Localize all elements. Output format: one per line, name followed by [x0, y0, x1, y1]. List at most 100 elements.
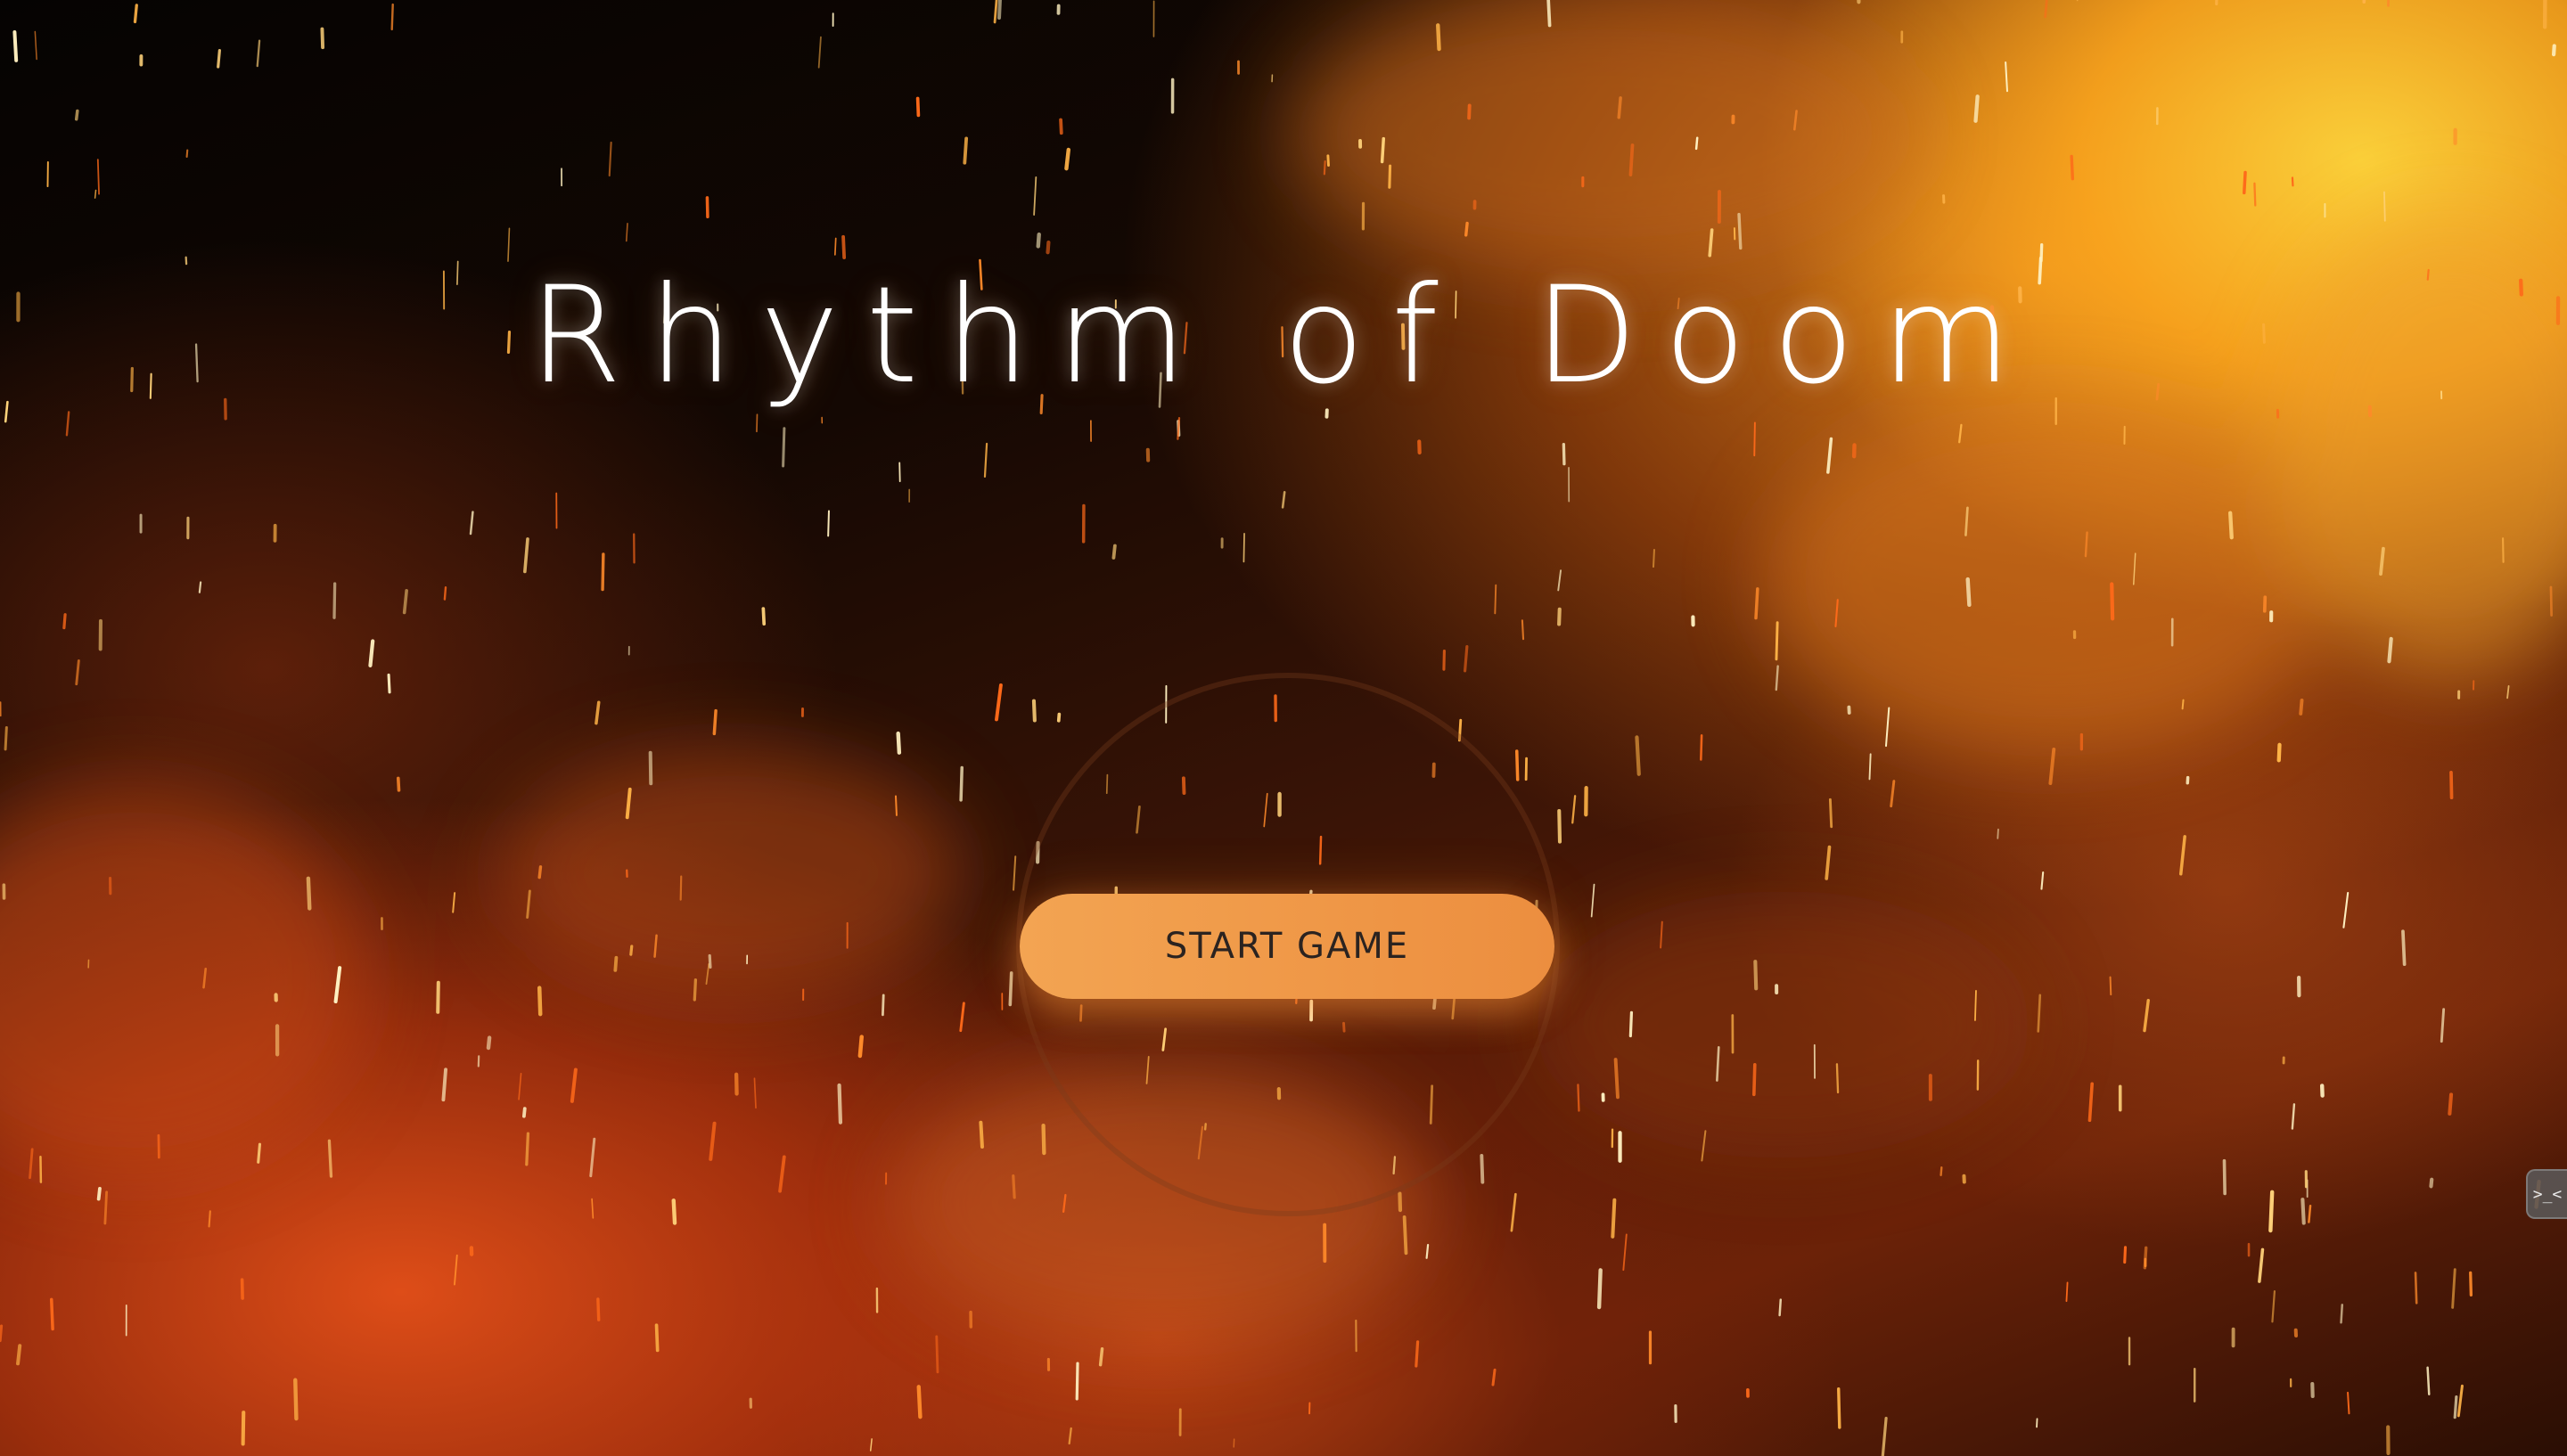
- ember-spark: [2451, 1268, 2456, 1309]
- ember-spark: [96, 1186, 102, 1201]
- ember-spark: [1514, 749, 1520, 781]
- ember-spark: [396, 776, 401, 792]
- ember-spark: [979, 1120, 984, 1149]
- ember-spark: [507, 227, 511, 262]
- ember-spark: [293, 1378, 299, 1421]
- ember-spark: [4, 725, 8, 751]
- ember-spark: [1700, 733, 1703, 761]
- ember-spark: [2271, 1289, 2276, 1323]
- ember-spark: [327, 1139, 333, 1178]
- ember-spark: [2037, 994, 2042, 1033]
- ember-spark: [518, 1072, 522, 1100]
- ember-spark: [1402, 1215, 1408, 1256]
- ember-spark: [525, 1132, 530, 1166]
- ember-spark: [679, 875, 683, 901]
- ember-spark: [817, 36, 822, 69]
- ember-spark: [2215, 0, 2218, 6]
- ember-spark: [778, 1155, 786, 1193]
- ember-spark: [1628, 1010, 1634, 1038]
- terminal-icon: >_<: [2532, 1184, 2563, 1204]
- ember-spark: [915, 96, 921, 118]
- ember-spark: [1056, 712, 1062, 723]
- ember-spark: [1562, 443, 1566, 466]
- ember-spark: [1752, 1062, 1757, 1097]
- ember-spark: [1177, 416, 1181, 440]
- ember-spark: [2084, 531, 2088, 558]
- ember-spark: [1775, 665, 1779, 691]
- ember-spark: [837, 1083, 843, 1125]
- ember-spark: [1958, 423, 1963, 444]
- ember-spark: [29, 1148, 34, 1180]
- ember-spark: [782, 427, 786, 468]
- ember-spark: [1062, 1193, 1067, 1214]
- ember-spark: [1997, 828, 1999, 839]
- ember-spark: [2362, 0, 2366, 4]
- ember-spark: [2087, 1082, 2094, 1123]
- ember-spark: [1825, 845, 1832, 880]
- ember-spark: [841, 234, 847, 259]
- ember-spark: [1521, 619, 1525, 641]
- ember-spark: [75, 659, 80, 686]
- ember-spark: [1177, 420, 1181, 438]
- ember-spark: [1881, 1416, 1888, 1456]
- ember-spark: [1753, 421, 1756, 457]
- ember-spark: [857, 1035, 864, 1059]
- ember-spark: [2276, 742, 2282, 763]
- ember-spark: [1694, 136, 1699, 151]
- ember-spark: [2383, 191, 2386, 222]
- ember-spark: [2453, 1395, 2458, 1419]
- ember-spark: [591, 1198, 595, 1219]
- ember-spark: [709, 1121, 717, 1161]
- side-panel-tab[interactable]: >_<: [2526, 1169, 2567, 1219]
- ember-spark: [708, 953, 712, 969]
- ember-spark: [2426, 1366, 2431, 1395]
- ember-spark: [2300, 1198, 2306, 1225]
- ember-spark: [217, 48, 221, 69]
- ember-spark: [96, 159, 100, 195]
- ember-spark: [1041, 1123, 1046, 1156]
- ember-spark: [1064, 147, 1070, 171]
- ember-spark: [894, 795, 898, 816]
- ember-spark: [390, 3, 394, 31]
- ember-spark: [896, 731, 902, 755]
- ember-spark: [256, 39, 261, 68]
- ember-spark: [2040, 871, 2045, 890]
- ember-spark: [625, 787, 632, 820]
- ember-spark: [2449, 771, 2454, 800]
- ember-spark: [1828, 798, 1833, 829]
- ember-spark: [49, 1297, 54, 1331]
- ember-spark: [74, 109, 79, 121]
- ember-spark: [62, 613, 67, 630]
- ember-spark: [526, 889, 531, 919]
- ember-spark: [2379, 546, 2385, 576]
- ember-spark: [1046, 240, 1051, 255]
- ember-spark: [1380, 136, 1386, 164]
- ember-spark: [34, 30, 37, 61]
- ember-spark: [1965, 577, 1972, 608]
- ember-spark: [2253, 182, 2257, 207]
- ember-spark: [1974, 990, 1977, 1021]
- ember-spark: [1834, 599, 1839, 628]
- ember-spark: [402, 589, 408, 615]
- ember-spark: [1701, 1130, 1707, 1162]
- start-game-button[interactable]: START GAME: [1020, 894, 1554, 999]
- ember-spark: [1792, 110, 1798, 131]
- ember-spark: [881, 994, 885, 1017]
- ember-spark: [935, 1335, 939, 1374]
- ember-spark: [1463, 644, 1469, 673]
- ember-spark: [1491, 1368, 1497, 1386]
- ember-spark: [753, 1077, 757, 1109]
- ember-spark: [2340, 1304, 2344, 1324]
- ember-spark: [1890, 780, 1896, 808]
- ember-spark: [1013, 855, 1017, 891]
- ember-spark: [2440, 1008, 2446, 1043]
- ember-spark: [2133, 552, 2136, 585]
- ember-spark: [1617, 96, 1622, 119]
- ember-spark: [202, 967, 208, 989]
- ember-spark: [1111, 544, 1117, 560]
- ember-spark: [2243, 170, 2247, 195]
- ember-spark: [2456, 1384, 2464, 1418]
- ember-spark: [596, 1297, 601, 1321]
- ember-spark: [570, 1067, 578, 1103]
- ember-spark: [16, 1344, 22, 1366]
